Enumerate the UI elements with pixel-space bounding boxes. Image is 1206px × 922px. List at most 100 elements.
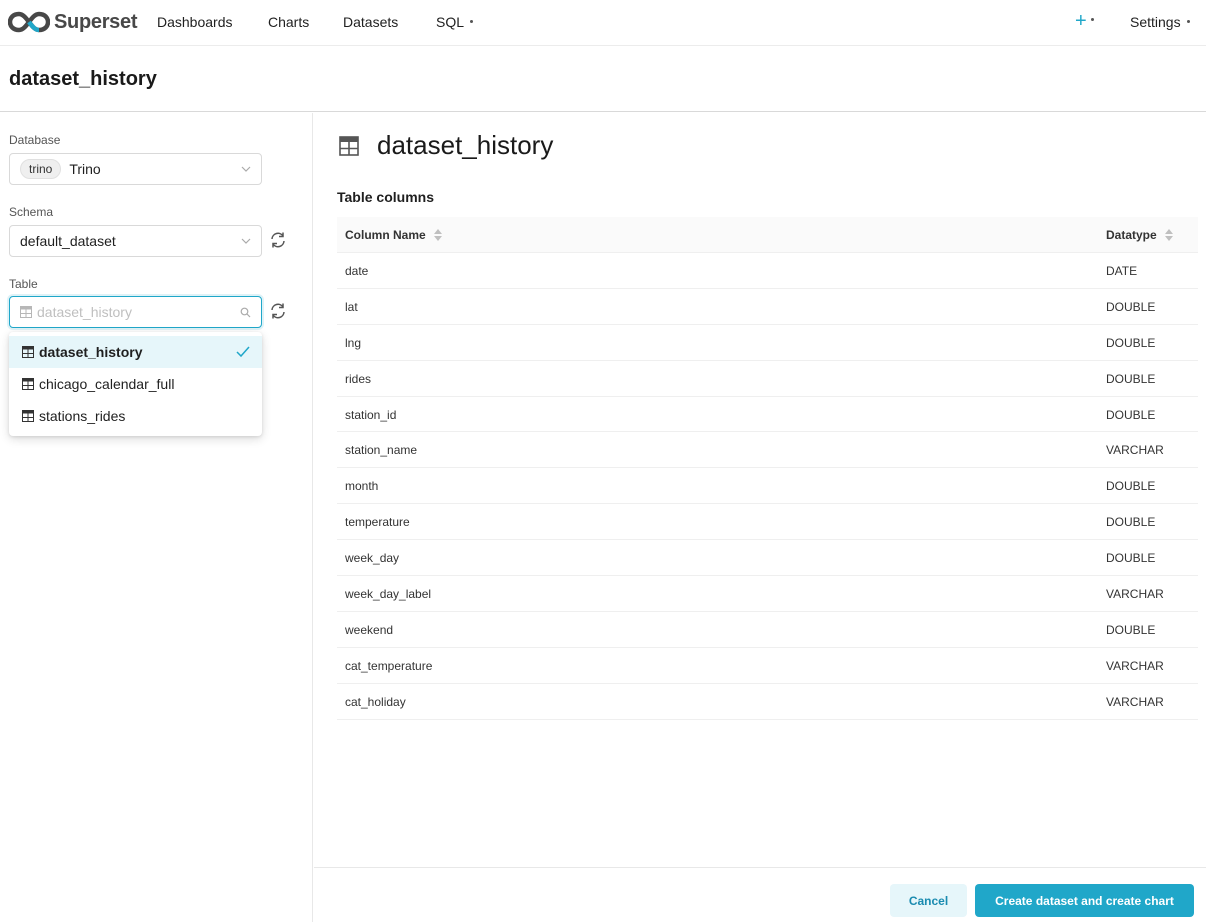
column-name-cell: cat_temperature	[345, 658, 433, 673]
datatype-cell: DOUBLE	[1106, 371, 1156, 386]
column-name-header-label: Column Name	[345, 228, 426, 242]
table-row: cat_temperature VARCHAR	[337, 648, 1198, 684]
page-header: dataset_history	[0, 47, 1206, 112]
datatype-cell: DATE	[1106, 264, 1138, 278]
create-dataset-button[interactable]: Create dataset and create chart	[975, 884, 1194, 917]
table-icon	[20, 306, 32, 318]
schema-label: Schema	[9, 205, 54, 219]
table-row: date DATE	[337, 253, 1198, 289]
datatype-cell: DOUBLE	[1106, 335, 1156, 350]
column-name-cell: week_day	[345, 551, 400, 566]
datatype-cell: DOUBLE	[1106, 551, 1156, 566]
sort-icon	[433, 229, 442, 241]
table-search-placeholder: dataset_history	[37, 304, 132, 320]
table-label: Table	[9, 277, 38, 291]
page-title: dataset_history	[9, 68, 157, 90]
dropdown-option-label: dataset_history	[39, 344, 143, 360]
table-icon	[22, 378, 34, 390]
nav-charts[interactable]: Charts	[268, 14, 309, 30]
superset-logo[interactable]: Superset	[8, 9, 137, 35]
column-name-cell: station_id	[345, 407, 397, 422]
check-icon	[236, 346, 250, 358]
table-columns-heading: Table columns	[337, 189, 434, 205]
refresh-table-icon[interactable]	[269, 302, 287, 320]
dropdown-option-label: stations_rides	[39, 408, 126, 424]
nav-settings[interactable]: Settings	[1130, 14, 1190, 30]
new-plus-button[interactable]: +	[1075, 10, 1094, 33]
columns-table: Column Name Datatype date DATE lat DOUBLE ln…	[337, 217, 1198, 720]
nav-sql-label: SQL	[436, 14, 465, 30]
datatype-cell: DOUBLE	[1106, 407, 1156, 422]
column-name-cell: lng	[345, 335, 362, 350]
table-search-input[interactable]: dataset_history	[9, 296, 262, 328]
schema-value: default_dataset	[20, 233, 116, 249]
column-name-cell: cat_holiday	[345, 694, 406, 709]
column-name-cell: week_day_label	[345, 587, 432, 602]
dataset-title: dataset_history	[377, 130, 554, 160]
dropdown-dot-icon	[470, 19, 474, 23]
nav-datasets[interactable]: Datasets	[343, 14, 398, 30]
dropdown-option-label: chicago_calendar_full	[39, 376, 175, 392]
chevron-down-icon	[241, 238, 251, 244]
brand-name: Superset	[54, 10, 138, 33]
table-row: lng DOUBLE	[337, 325, 1198, 361]
table-icon	[339, 136, 359, 156]
table-row: lat DOUBLE	[337, 289, 1198, 325]
nav-sql[interactable]: SQL	[436, 14, 474, 30]
table-header: Column Name Datatype	[337, 217, 1198, 253]
cancel-button[interactable]: Cancel	[890, 884, 967, 917]
column-name-cell: temperature	[345, 515, 410, 530]
column-name-cell: weekend	[345, 622, 394, 637]
table-row: station_id DOUBLE	[337, 397, 1198, 433]
dropdown-dot-icon	[1090, 18, 1094, 22]
datatype-cell: DOUBLE	[1106, 479, 1156, 494]
datatype-cell: VARCHAR	[1106, 587, 1164, 602]
dropdown-option-chicago-calendar-full[interactable]: chicago_calendar_full	[9, 368, 262, 400]
dropdown-dot-icon	[1186, 19, 1190, 23]
datatype-cell: VARCHAR	[1106, 658, 1164, 673]
column-name-header[interactable]: Column Name	[345, 228, 442, 242]
table-row: rides DOUBLE	[337, 361, 1198, 397]
footer-bar: Cancel Create dataset and create chart	[314, 867, 1206, 922]
column-name-cell: month	[345, 479, 379, 494]
table-dropdown: dataset_history chicago_calendar_full st…	[9, 332, 262, 436]
table-icon	[22, 346, 34, 358]
datatype-cell: DOUBLE	[1106, 622, 1156, 637]
table-row: month DOUBLE	[337, 468, 1198, 505]
nav-settings-label: Settings	[1130, 14, 1181, 30]
right-panel: dataset_history Table columns Column Nam…	[314, 113, 1206, 867]
plus-icon: +	[1075, 10, 1087, 32]
datatype-cell: DOUBLE	[1106, 299, 1156, 314]
datatype-cell: DOUBLE	[1106, 515, 1156, 530]
table-row: week_day DOUBLE	[337, 540, 1198, 577]
table-row: weekend DOUBLE	[337, 612, 1198, 648]
top-navbar: Superset Dashboards Charts Datasets SQL …	[0, 0, 1206, 46]
refresh-schema-icon[interactable]	[269, 231, 287, 249]
table-icon	[22, 410, 34, 422]
schema-select[interactable]: default_dataset	[9, 225, 262, 257]
search-icon	[240, 307, 251, 318]
database-label: Database	[9, 133, 61, 147]
datatype-header[interactable]: Datatype	[1106, 228, 1173, 242]
table-row: temperature DOUBLE	[337, 504, 1198, 541]
chevron-down-icon	[241, 166, 251, 172]
datatype-cell: VARCHAR	[1106, 443, 1164, 458]
superset-logo-icon	[8, 11, 50, 33]
column-name-cell: lat	[345, 299, 358, 314]
table-row: station_name VARCHAR	[337, 432, 1198, 469]
database-select[interactable]: trino Trino	[9, 153, 262, 185]
column-name-cell: station_name	[345, 443, 418, 458]
database-tag: trino	[20, 159, 62, 179]
nav-dashboards[interactable]: Dashboards	[157, 14, 233, 30]
table-row: cat_holiday VARCHAR	[337, 684, 1198, 720]
table-body: date DATE lat DOUBLE lng DOUBLE rides DOUBLE sta…	[337, 253, 1198, 720]
sort-icon	[1164, 229, 1173, 241]
column-name-cell: date	[345, 264, 369, 278]
dropdown-option-dataset-history[interactable]: dataset_history	[9, 336, 262, 368]
database-value: Trino	[69, 161, 101, 177]
column-name-cell: rides	[345, 371, 372, 386]
datatype-header-label: Datatype	[1106, 228, 1157, 242]
datatype-cell: VARCHAR	[1106, 694, 1164, 709]
dropdown-option-stations-rides[interactable]: stations_rides	[9, 400, 262, 432]
table-row: week_day_label VARCHAR	[337, 576, 1198, 612]
